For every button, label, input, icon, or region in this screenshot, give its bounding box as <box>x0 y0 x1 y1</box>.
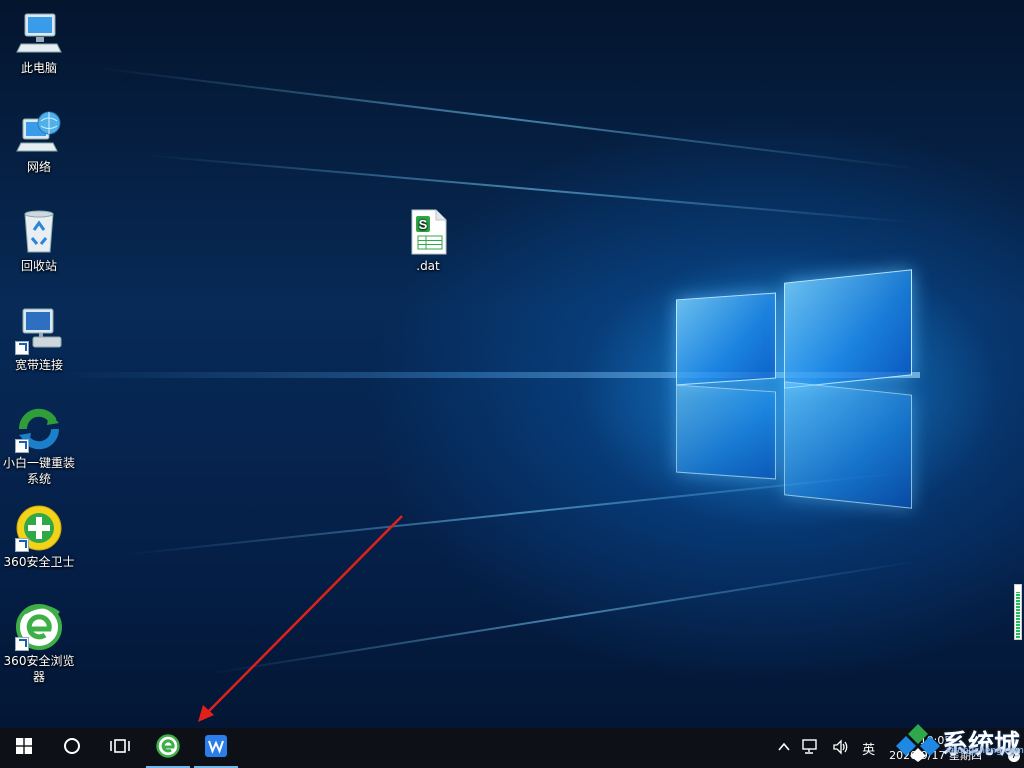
desktop-icon-xiaobai[interactable]: 小白一键重装系统 <box>0 405 78 487</box>
shortcut-arrow-icon <box>15 538 29 552</box>
desktop-icon-label: 网络 <box>26 160 51 174</box>
desktop-icon-label: 360安全浏览器 <box>3 654 75 684</box>
watermark-logo-icon <box>895 724 940 762</box>
xiaobai-reinstall-icon <box>15 405 63 453</box>
network-tray-icon <box>802 738 820 758</box>
watermark-subtext: xitongcheng.com <box>945 746 1024 756</box>
shortcut-arrow-icon <box>15 341 29 355</box>
input-method-indicator[interactable]: 英 <box>856 728 881 768</box>
taskbar: 英 10:05 2020/9/17 星期四 7 <box>0 728 1024 768</box>
start-button[interactable] <box>0 728 48 768</box>
360-browser-icon <box>15 603 63 651</box>
cortana-button[interactable] <box>48 728 96 768</box>
wallpaper-beam <box>142 154 921 224</box>
desktop: 此电脑 网络 回收站 宽带连接 小白一键重装系统 360安全卫士 360安全浏览… <box>0 0 1024 768</box>
annotation-arrow <box>198 515 403 722</box>
desktop-icon-label: 回收站 <box>20 259 57 273</box>
site-watermark: 系统城 xitongcheng.com <box>894 722 1024 762</box>
windows-start-icon <box>16 738 32 758</box>
broadband-connection-icon <box>15 307 63 355</box>
side-level-meter <box>1014 584 1022 640</box>
360-browser-icon <box>156 734 180 762</box>
network-icon <box>15 109 63 157</box>
desktop-icon-360-browser[interactable]: 360安全浏览器 <box>0 603 78 685</box>
shortcut-arrow-icon <box>15 637 29 651</box>
shortcut-arrow-icon <box>15 439 29 453</box>
taskbar-app-360-browser[interactable] <box>144 728 192 768</box>
360-security-guard-icon <box>15 504 63 552</box>
desktop-icon-broadband[interactable]: 宽带连接 <box>0 307 78 373</box>
tray-overflow-button[interactable] <box>772 728 796 768</box>
spreadsheet-file-icon: S <box>404 208 452 256</box>
desktop-icon-label: 宽带连接 <box>14 358 63 372</box>
wallpaper-beam <box>96 66 921 170</box>
wallpaper-beam <box>208 560 921 675</box>
speaker-icon <box>832 738 850 758</box>
wps-office-icon <box>205 735 227 761</box>
computer-icon <box>15 10 63 58</box>
chevron-up-icon <box>778 741 790 755</box>
desktop-file-label: .dat <box>416 259 440 273</box>
task-view-button[interactable] <box>96 728 144 768</box>
recycle-bin-icon <box>15 208 63 256</box>
desktop-icon-label: 360安全卫士 <box>3 555 75 569</box>
desktop-icon-recycle-bin[interactable]: 回收站 <box>0 208 78 274</box>
desktop-icon-label: 此电脑 <box>20 61 57 75</box>
task-view-icon <box>110 737 130 759</box>
tray-volume-button[interactable] <box>826 728 856 768</box>
taskbar-app-wps[interactable] <box>192 728 240 768</box>
desktop-file-dat[interactable]: S .dat <box>389 208 467 274</box>
desktop-icon-network[interactable]: 网络 <box>0 109 78 175</box>
svg-text:S: S <box>419 217 428 232</box>
tray-network-button[interactable] <box>796 728 826 768</box>
desktop-icon-this-pc[interactable]: 此电脑 <box>0 10 78 76</box>
cortana-circle-icon <box>63 737 81 759</box>
desktop-icon-label: 小白一键重装系统 <box>2 456 75 486</box>
desktop-icon-360-security[interactable]: 360安全卫士 <box>0 504 78 570</box>
